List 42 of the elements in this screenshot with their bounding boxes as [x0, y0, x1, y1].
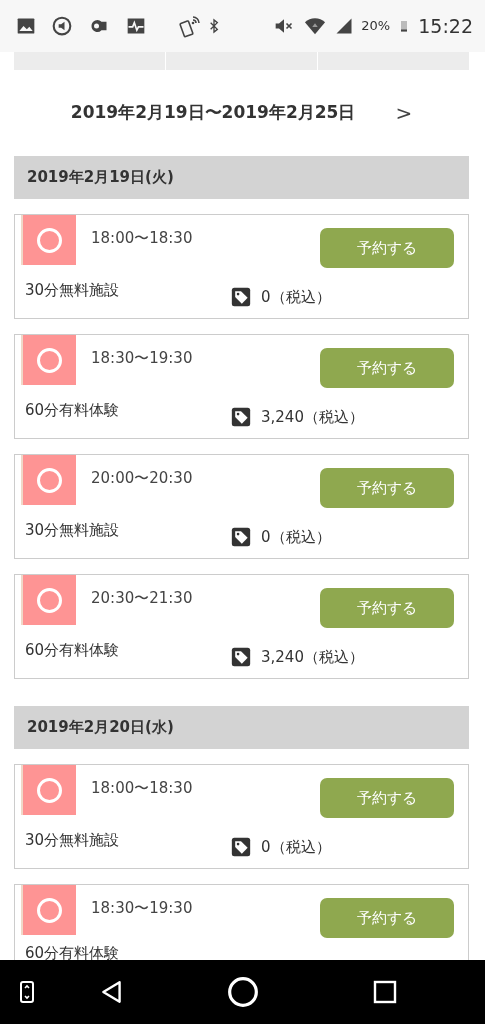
next-week-link[interactable]: > — [395, 98, 413, 128]
home-icon[interactable] — [227, 976, 259, 1008]
slot-time: 18:00〜18:30 — [91, 228, 193, 250]
cell-signal-icon — [335, 16, 354, 36]
image-icon — [16, 16, 36, 36]
reserve-button[interactable]: 予約する — [320, 228, 454, 268]
slot-name: 60分有料体験 — [24, 640, 121, 661]
wifi-icon — [303, 15, 328, 37]
slot-time: 18:00〜18:30 — [91, 778, 193, 800]
activity-icon — [126, 16, 146, 36]
price-text: 3,240（税込） — [261, 647, 364, 668]
clock-time: 15:22 — [418, 13, 473, 39]
reserve-button[interactable]: 予約する — [320, 468, 454, 508]
week-range: 2019年2月19日〜2019年2月25日 — [70, 101, 356, 125]
price-text: 3,240（税込） — [261, 407, 364, 428]
price-tag-icon — [231, 527, 251, 548]
slot-time: 20:00〜20:30 — [91, 468, 193, 490]
price-tag-icon — [231, 287, 251, 308]
slot-time: 20:30〜21:30 — [91, 588, 193, 610]
battery-text: 20% — [361, 17, 391, 36]
price-tag-icon — [231, 647, 251, 668]
slot-name: 60分有料体験 — [24, 400, 121, 421]
reserve-button[interactable]: 予約する — [320, 588, 454, 628]
phone-signal-icon — [178, 14, 202, 38]
recents-icon[interactable] — [373, 980, 397, 1004]
reserve-button[interactable]: 予約する — [320, 348, 454, 388]
reserve-button[interactable]: 予約する — [320, 778, 454, 818]
price-text: 0（税込） — [261, 837, 331, 858]
day-header: 2019年2月20日(水) — [14, 706, 469, 749]
day-header: 2019年2月19日(火) — [14, 156, 469, 199]
slot-name: 30分無料施設 — [24, 520, 121, 541]
reserve-button[interactable]: 予約する — [320, 898, 454, 938]
slot-name: 30分無料施設 — [24, 830, 121, 851]
slot-time: 18:30〜19:30 — [91, 348, 193, 370]
speaker-icon — [52, 16, 72, 36]
slot-name: 30分無料施設 — [24, 280, 121, 301]
price-tag-icon — [231, 837, 251, 858]
price-text: 0（税込） — [261, 287, 331, 308]
price-tag-icon — [231, 407, 251, 428]
price-text: 0（税込） — [261, 527, 331, 548]
slot-name: 60分有料体験 — [24, 943, 121, 960]
slot-time: 18:30〜19:30 — [91, 898, 193, 920]
